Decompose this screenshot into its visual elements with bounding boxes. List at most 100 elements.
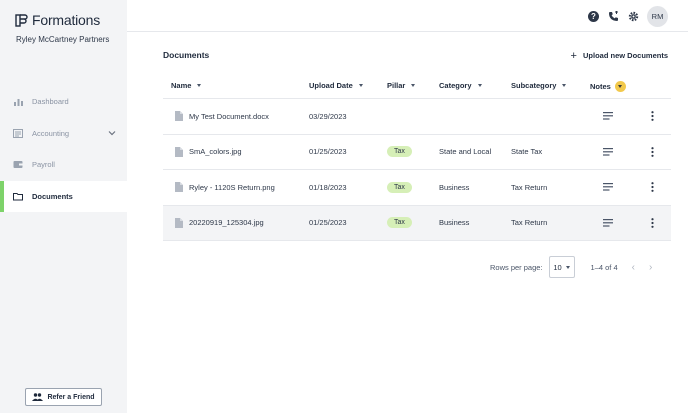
more-cell[interactable] [651, 135, 654, 170]
top-bar: ? RM [127, 0, 688, 32]
sidebar: Formations Ryley McCartney Partners Dash… [0, 0, 127, 413]
file-name-cell: Ryley - 1120S Return.png [163, 170, 275, 205]
plus-icon: + [570, 49, 577, 62]
people-icon [32, 393, 44, 401]
notes-cell[interactable] [603, 135, 613, 170]
chevron-down-icon[interactable] [107, 128, 117, 138]
column-header-subcategory[interactable]: Subcategory [511, 81, 567, 90]
phone-icon[interactable] [607, 11, 619, 23]
file-icon [175, 182, 183, 193]
next-page-icon[interactable]: › [649, 262, 652, 273]
wallet-icon [13, 160, 23, 170]
more-cell[interactable] [651, 206, 654, 241]
file-icon [175, 146, 183, 157]
page-range: 1–4 of 4 [590, 262, 618, 272]
column-header-category[interactable]: Category [439, 81, 482, 90]
notes-icon[interactable] [603, 147, 613, 156]
sidebar-item-accounting[interactable]: Accounting [0, 118, 127, 150]
file-name-cell: SmA_colors.jpg [163, 135, 242, 170]
notes-icon[interactable] [603, 183, 613, 191]
category-cell: Business [439, 218, 470, 228]
refer-label: Refer a Friend [47, 393, 95, 401]
sort-icon [197, 84, 202, 87]
notes-cell[interactable] [603, 99, 613, 134]
column-label: Upload Date [309, 81, 353, 90]
pillar-cell: Tax [387, 206, 412, 241]
category-cell: State and Local [439, 147, 492, 157]
file-name[interactable]: Ryley - 1120S Return.png [189, 183, 275, 192]
file-name[interactable]: My Test Document.docx [189, 112, 269, 121]
pillar-badge: Tax [387, 217, 412, 229]
notes-icon[interactable] [603, 218, 613, 227]
table-row[interactable]: SmA_colors.jpg 01/25/2023 Tax State and … [163, 135, 671, 170]
notes-icon[interactable] [603, 112, 613, 120]
more-vertical-icon[interactable] [651, 146, 654, 157]
documents-table: Name Upload Date Pillar Category Subcate… [163, 72, 671, 241]
upload-new-documents-button[interactable]: + Upload new Documents [570, 49, 668, 62]
subcategory-cell: Tax Return [511, 182, 548, 192]
more-vertical-icon[interactable] [651, 111, 654, 122]
upload-date-cell: 03/29/2023 [309, 111, 347, 121]
sort-icon [411, 84, 416, 87]
pillar-badge: Tax [387, 146, 412, 158]
help-icon[interactable]: ? [587, 11, 599, 23]
subcategory-cell: Tax Return [511, 218, 548, 228]
more-cell[interactable] [651, 99, 654, 134]
upload-date-cell: 01/25/2023 [309, 218, 347, 228]
ledger-icon [13, 128, 23, 138]
sidebar-item-label: Accounting [32, 128, 70, 138]
column-header-name[interactable]: Name [171, 81, 202, 90]
top-actions: ? RM [579, 6, 668, 27]
column-label: Subcategory [511, 81, 557, 90]
sort-icon [477, 84, 482, 87]
pillar-badge: Tax [387, 181, 412, 193]
sidebar-item-documents[interactable]: Documents [0, 180, 127, 212]
upload-date-cell: 01/18/2023 [309, 182, 347, 192]
sidebar-item-payroll[interactable]: Payroll [0, 149, 127, 181]
table-row[interactable]: Ryley - 1120S Return.png 01/18/2023 Tax … [163, 170, 671, 206]
notes-cell[interactable] [603, 170, 613, 205]
gear-icon[interactable] [627, 11, 639, 23]
subcategory-cell: State Tax [511, 147, 543, 157]
sidebar-item-label: Dashboard [32, 97, 69, 107]
pillar-cell: Tax [387, 170, 412, 205]
pagination: Rows per page: 10 1–4 of 4 ‹ › [490, 256, 652, 278]
chevron-down-icon [565, 265, 570, 269]
column-label: Category [439, 81, 472, 90]
column-header-upload-date[interactable]: Upload Date [309, 81, 363, 90]
file-icon [175, 111, 183, 122]
sort-icon [562, 84, 567, 87]
column-label: Name [171, 81, 192, 90]
notes-filter-badge[interactable] [614, 81, 626, 92]
page-title: Documents [163, 50, 210, 60]
sidebar-item-label: Documents [32, 191, 73, 201]
file-name[interactable]: SmA_colors.jpg [189, 147, 242, 156]
rows-per-page-value: 10 [553, 262, 562, 272]
more-cell[interactable] [651, 170, 654, 205]
avatar[interactable]: RM [647, 6, 668, 27]
brand-name: Formations [32, 12, 101, 28]
file-name-cell: 20220919_125304.jpg [163, 206, 264, 241]
table-row[interactable]: My Test Document.docx 03/29/2023 [163, 99, 671, 135]
notes-cell[interactable] [603, 206, 613, 241]
refer-a-friend-button[interactable]: Refer a Friend [25, 388, 102, 406]
logo[interactable]: Formations [15, 12, 100, 28]
more-vertical-icon[interactable] [651, 182, 654, 193]
sidebar-item-dashboard[interactable]: Dashboard [0, 86, 127, 118]
file-icon [175, 217, 183, 228]
column-label: Notes [590, 82, 611, 91]
column-header-notes[interactable]: Notes [590, 81, 626, 92]
more-vertical-icon[interactable] [651, 217, 654, 228]
table-row[interactable]: 20220919_125304.jpg 01/25/2023 Tax Busin… [163, 205, 671, 241]
column-label: Pillar [387, 81, 406, 90]
bar-chart-icon [13, 97, 23, 107]
previous-page-icon[interactable]: ‹ [632, 262, 635, 273]
file-name[interactable]: 20220919_125304.jpg [189, 218, 264, 227]
category-cell: Business [439, 182, 470, 192]
column-header-pillar[interactable]: Pillar [387, 81, 416, 90]
upload-label: Upload new Documents [582, 51, 668, 60]
table-header: Name Upload Date Pillar Category Subcate… [163, 72, 671, 99]
rows-per-page-select[interactable]: 10 [548, 256, 575, 278]
upload-date-cell: 01/25/2023 [309, 147, 347, 157]
sort-icon [358, 84, 363, 87]
